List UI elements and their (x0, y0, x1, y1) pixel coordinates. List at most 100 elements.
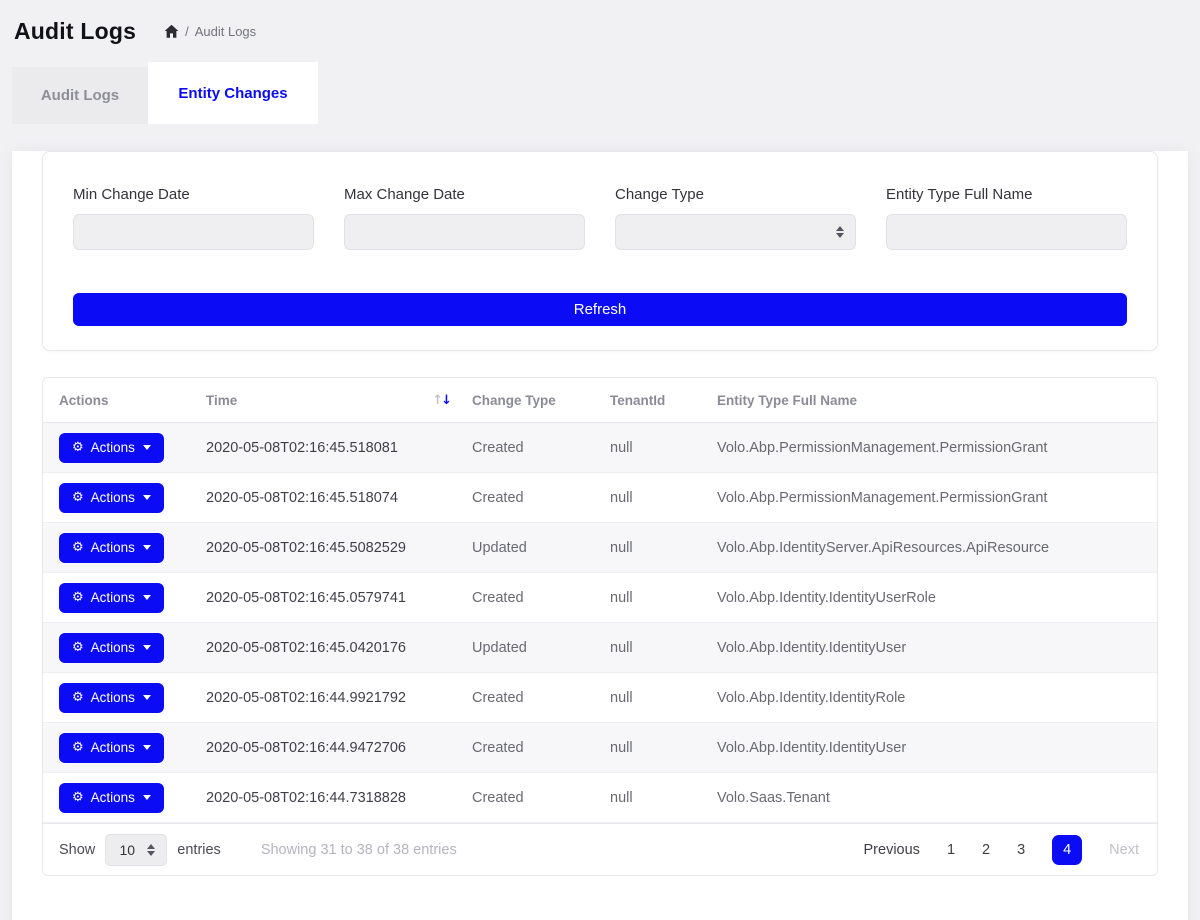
change-type-cell: Created (472, 790, 610, 806)
row-actions-button[interactable]: ⚙ Actions (59, 583, 164, 613)
gear-icon: ⚙ (72, 791, 84, 804)
pagination: Previous 1 2 3 4 Next (864, 835, 1139, 865)
caret-down-icon (143, 495, 151, 500)
time-cell: 2020-05-08T02:16:45.518081 (206, 440, 472, 456)
entity-type-cell: Volo.Abp.IdentityServer.ApiResources.Api… (717, 540, 1157, 556)
row-actions-button[interactable]: ⚙ Actions (59, 533, 164, 563)
tenant-id-cell: null (610, 790, 717, 806)
change-type-cell: Created (472, 590, 610, 606)
column-header-time-label: Time (206, 393, 237, 408)
pagination-page-2[interactable]: 2 (982, 842, 990, 858)
main-panel: Min Change Date Max Change Date Change T… (12, 151, 1188, 920)
page-numbers: 1 2 3 4 (947, 835, 1082, 865)
table-row: ⚙Actions2020-05-08T02:16:45.5082529Updat… (43, 523, 1157, 573)
max-change-date-label: Max Change Date (344, 186, 585, 203)
tenant-id-cell: null (610, 740, 717, 756)
pagination-page-4[interactable]: 4 (1052, 835, 1082, 865)
entity-type-cell: Volo.Abp.Identity.IdentityUserRole (717, 590, 1157, 606)
gear-icon: ⚙ (72, 741, 84, 754)
table-row: ⚙ Actions 2020-05-08T02:16:45.0579741Creat… (43, 573, 1157, 623)
gear-icon: ⚙ (72, 541, 84, 554)
page-size-select[interactable]: 10 (105, 834, 167, 866)
change-type-cell: Updated (472, 640, 610, 656)
home-icon[interactable] (164, 24, 179, 39)
column-header-time[interactable]: Time ↑↓ (206, 393, 472, 408)
pagination-previous[interactable]: Previous (864, 842, 920, 858)
filter-entity-type: Entity Type Full Name (886, 186, 1127, 250)
tab-audit-logs[interactable]: Audit Logs (12, 67, 148, 124)
table-row: ⚙Actions2020-05-08T02:16:44.9472706Creat… (43, 723, 1157, 773)
change-type-select[interactable] (615, 214, 856, 250)
refresh-button[interactable]: Refresh (73, 293, 1127, 326)
time-cell: 2020-05-08T02:16:45.5082529 (206, 540, 472, 556)
caret-down-icon (143, 795, 151, 800)
entity-type-input[interactable] (886, 214, 1127, 250)
column-header-actions: Actions (59, 393, 206, 408)
row-actions-button[interactable]: ⚙Actions (59, 783, 164, 813)
entity-type-cell: Volo.Abp.Identity.IdentityUser (717, 740, 1157, 756)
change-type-cell: Created (472, 740, 610, 756)
actions-button-label: Actions (91, 490, 135, 505)
table-row: ⚙Actions2020-05-08T02:16:45.0420176Updat… (43, 623, 1157, 673)
tab-audit-logs-label: Audit Logs (41, 87, 119, 104)
max-change-date-input[interactable] (344, 214, 585, 250)
entity-type-cell: Volo.Saas.Tenant (717, 790, 1157, 806)
row-actions-button[interactable]: ⚙Actions (59, 683, 164, 713)
row-actions-button[interactable]: ⚙Actions (59, 433, 164, 463)
table-row: ⚙Actions 2020-05-08T02:16:44.7318828Creat… (43, 773, 1157, 823)
actions-button-label: Actions (91, 740, 135, 755)
table-row: ⚙Actions2020-05-08T02:16:44.9921792Creat… (43, 673, 1157, 723)
caret-down-icon (143, 595, 151, 600)
tab-bar: Audit Logs Entity Changes (0, 62, 1200, 124)
pagination-next[interactable]: Next (1109, 842, 1139, 858)
tenant-id-cell: null (610, 490, 717, 506)
row-actions-button[interactable]: ⚙ Actions (59, 483, 164, 513)
time-cell: 2020-05-08T02:16:45.0579741 (206, 590, 472, 606)
change-type-cell: Created (472, 690, 610, 706)
pagination-page-3[interactable]: 3 (1017, 842, 1025, 858)
entity-type-cell: Volo.Abp.PermissionManagement.Permission… (717, 490, 1157, 506)
entity-type-cell: Volo.Abp.Identity.IdentityUser (717, 640, 1157, 656)
entries-summary: Showing 31 to 38 of 38 entries (261, 842, 457, 858)
column-header-change-type: Change Type (472, 393, 610, 408)
breadcrumb: / Audit Logs (164, 24, 256, 39)
breadcrumb-current: Audit Logs (195, 24, 256, 39)
caret-down-icon (143, 695, 151, 700)
tab-entity-changes-label: Entity Changes (178, 85, 287, 102)
table-header-row: Actions Time ↑↓ Change Type TenantId Ent… (43, 378, 1157, 423)
breadcrumb-separator: / (185, 24, 189, 39)
tenant-id-cell: null (610, 640, 717, 656)
actions-button-label: Actions (91, 590, 135, 605)
entity-type-cell: Volo.Abp.PermissionManagement.Permission… (717, 440, 1157, 456)
gear-icon: ⚙ (72, 641, 84, 654)
caret-down-icon (143, 445, 151, 450)
filter-min-change-date: Min Change Date (73, 186, 314, 250)
actions-button-label: Actions (91, 640, 135, 655)
row-actions-button[interactable]: ⚙ Actions (59, 633, 164, 663)
caret-down-icon (143, 645, 151, 650)
row-actions-button[interactable]: ⚙ Actions (59, 733, 164, 763)
gear-icon: ⚙ (72, 491, 84, 504)
filter-max-change-date: Max Change Date (344, 186, 585, 250)
page-header: Audit Logs / Audit Logs (0, 0, 1200, 62)
entity-type-label: Entity Type Full Name (886, 186, 1127, 203)
sort-desc-icon[interactable]: ↑↓ (432, 393, 450, 408)
tab-entity-changes[interactable]: Entity Changes (148, 62, 318, 124)
page-size-value[interactable]: 10 (105, 834, 167, 866)
tenant-id-cell: null (610, 690, 717, 706)
time-cell: 2020-05-08T02:16:44.7318828 (206, 790, 472, 806)
min-change-date-label: Min Change Date (73, 186, 314, 203)
table-body: ⚙ Actions 2020-05-08T02:16:45.518081 Create… (43, 423, 1157, 823)
gear-icon: ⚙ (72, 591, 84, 604)
actions-button-label: Actions (91, 540, 135, 555)
caret-down-icon (143, 745, 151, 750)
filter-card: Min Change Date Max Change Date Change T… (42, 151, 1158, 351)
min-change-date-input[interactable] (73, 214, 314, 250)
change-type-label: Change Type (615, 186, 856, 203)
time-cell: 2020-05-08T02:16:45.518074 (206, 490, 472, 506)
page-title: Audit Logs (14, 18, 136, 45)
tenant-id-cell: null (610, 440, 717, 456)
actions-button-label: Actions (91, 440, 135, 455)
pagination-page-1[interactable]: 1 (947, 842, 955, 858)
change-type-cell: Created (472, 490, 610, 506)
